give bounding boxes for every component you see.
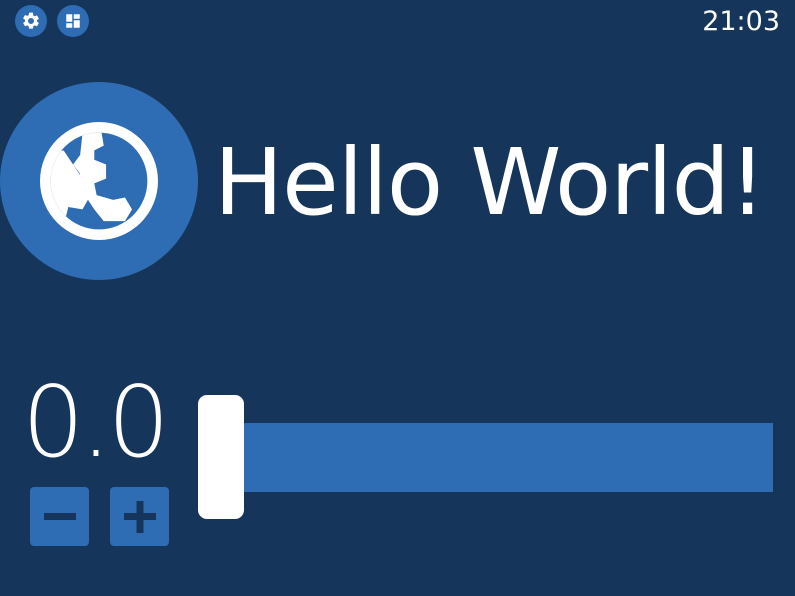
globe-icon xyxy=(40,122,158,240)
gear-icon xyxy=(23,12,39,29)
globe-badge xyxy=(0,82,198,280)
dashboard-icon xyxy=(66,14,80,28)
value-readout: 0.0 xyxy=(22,366,170,480)
clock: 21:03 xyxy=(702,6,780,37)
slider-track[interactable] xyxy=(221,423,773,492)
increment-button[interactable] xyxy=(110,487,169,546)
settings-button[interactable] xyxy=(15,5,47,37)
plus-icon xyxy=(123,500,156,533)
slider-thumb[interactable] xyxy=(198,395,244,519)
minus-icon xyxy=(43,512,76,520)
decrement-button[interactable] xyxy=(30,487,89,546)
headline: Hello World! xyxy=(214,129,766,236)
dashboard-button[interactable] xyxy=(57,5,89,37)
